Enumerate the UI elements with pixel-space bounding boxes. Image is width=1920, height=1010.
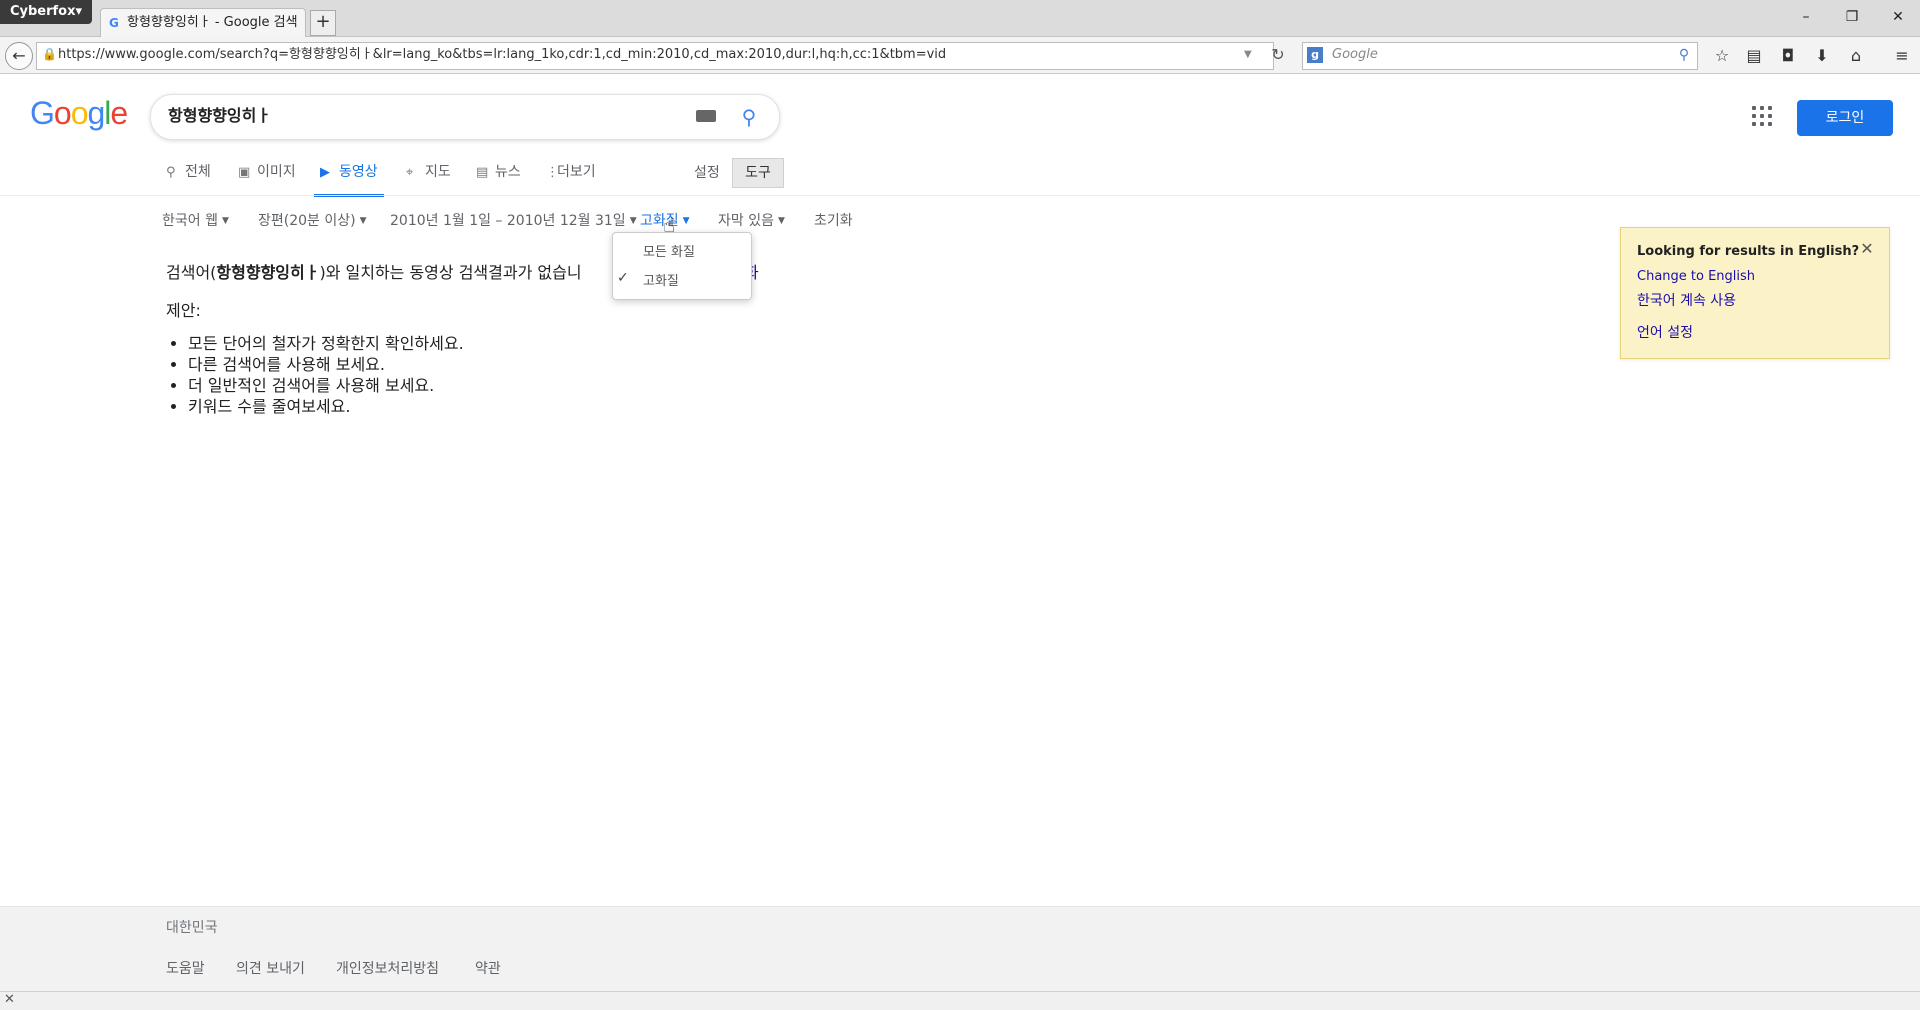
filter-label: 자막 있음 [718,213,774,229]
news-icon: ▤ [476,165,489,180]
logo-letter: g [87,95,105,131]
tab-images[interactable]: ▣ 이미지 [238,162,296,194]
tab-label: 뉴스 [495,164,521,180]
google-favicon-icon: G [109,16,119,30]
quality-dropdown-menu: 모든 화질 고화질 [612,232,752,300]
status-bar [0,991,1920,1010]
caret-down-icon: ▼ [221,216,229,226]
tools-button[interactable]: 도구 [732,158,784,188]
keep-korean-link[interactable]: 한국어 계속 사용 [1637,290,1736,310]
message-query: 항형향향잉히ㅏ [216,263,320,282]
language-settings-link[interactable]: 언어 설정 [1637,322,1693,342]
footer-link-privacy[interactable]: 개인정보처리방침 [336,958,439,978]
menu-item-all-quality[interactable]: 모든 화질 [643,241,695,260]
hand-cursor-icon: ☝ [663,213,676,237]
filter-duration[interactable]: 장편(20분 이상) ▼ [258,210,367,230]
menu-icon[interactable]: ≡ [1888,44,1916,68]
message-text: 검색어( [166,263,217,282]
reset-filters-link[interactable]: 초기화 [814,210,853,230]
footer-link-help[interactable]: 도움말 [166,958,205,978]
tab-all[interactable]: ⚲ 전체 [166,162,211,194]
google-logo[interactable]: Google [30,95,128,132]
suggestion-title: 제안: [166,301,201,320]
filter-label: 2010년 1월 1일 – 2010년 12월 31일 [390,213,626,229]
divider [0,195,1920,196]
search-icon: ⚲ [166,165,176,180]
tab-label: 지도 [425,164,451,180]
image-icon: ▣ [238,165,251,180]
change-to-english-link[interactable]: Change to English [1637,269,1755,284]
download-icon[interactable]: ⬇ [1808,44,1836,68]
caret-down-icon: ▼ [629,216,637,226]
list-item: 키워드 수를 줄여보세요. [188,396,464,417]
tab-google-search[interactable]: G 항형향향잉히ㅏ - Google 검색 [100,8,306,37]
search-icon[interactable]: ⚲ [736,104,762,130]
filter-label: 장편(20분 이상) [258,213,356,229]
video-icon: ▶ [320,165,330,180]
more-icon: ⋮ [546,165,559,180]
footer-country-bar [0,906,1920,948]
back-button[interactable]: ← [5,42,33,70]
filter-date-range[interactable]: 2010년 1월 1일 – 2010년 12월 31일 ▼ [390,210,637,230]
language-question: Looking for results in English? [1637,244,1860,259]
search-go-icon[interactable]: ⚲ [1674,42,1694,68]
search-engine-icon[interactable]: g [1307,47,1323,63]
tab-label: 더보기 [557,164,596,180]
search-input[interactable]: 항형향향잉히ㅏ [168,94,271,138]
tab-title: 항형향향잉히ㅏ - Google 검색 [127,15,297,30]
message-text: )와 일치하는 동영상 검색결과가 없습니 [319,263,582,282]
logo-letter: e [110,95,128,131]
app-menu-label: Cyberfox [9,4,76,19]
close-statusbar-icon[interactable]: ✕ [4,991,15,1009]
map-pin-icon: ⌖ [406,165,414,180]
filter-captions[interactable]: 자막 있음 ▼ [718,210,785,230]
tab-label: 동영상 [339,164,378,180]
close-window-button[interactable]: ✕ [1878,6,1918,28]
tab-news[interactable]: ▤ 뉴스 [476,162,521,194]
list-item: 더 일반적인 검색어를 사용해 보세요. [188,375,464,396]
tab-more[interactable]: ⋮더보기 [546,162,596,194]
url-text[interactable]: https://www.google.com/search?q=항형향향잉히ㅏ&… [58,42,946,68]
star-icon[interactable]: ☆ [1708,44,1736,68]
keyboard-icon[interactable] [696,110,716,122]
menu-item-high-quality[interactable]: 고화질 [643,270,679,289]
tab-label: 전체 [185,164,211,180]
lock-icon: 🔒 [42,47,57,61]
caret-down-icon: ▼ [682,216,690,226]
home-icon[interactable]: ⌂ [1842,44,1870,68]
tab-label: 이미지 [257,164,296,180]
reading-list-icon[interactable]: ▤ [1740,44,1768,68]
no-results-message: 검색어(항형향향잉히ㅏ)와 일치하는 동영상 검색결과가 없습니 [166,259,582,283]
footer-link-feedback[interactable]: 의견 보내기 [236,958,305,978]
close-icon[interactable]: ✕ [1858,240,1876,258]
url-dropdown-icon[interactable]: ▼ [1244,42,1256,68]
browser-search-placeholder[interactable]: Google [1332,42,1378,68]
footer-country: 대한민국 [166,920,218,936]
suggestion-list: 모든 단어의 철자가 정확한지 확인하세요. 다른 검색어를 사용해 보세요. … [166,333,464,417]
footer-link-terms[interactable]: 약관 [475,958,501,978]
logo-letter: G [30,95,55,131]
caret-down-icon: ▼ [359,216,367,226]
restore-button[interactable]: ❐ [1832,6,1872,28]
logo-letter: o [53,95,72,131]
checkmark-icon: ✓ [617,270,629,286]
reload-icon[interactable]: ↻ [1268,42,1288,68]
minimize-button[interactable]: – [1786,6,1826,28]
list-item: 다른 검색어를 사용해 보세요. [188,354,464,375]
apps-grid-icon[interactable] [1752,106,1774,128]
filter-label: 한국어 웹 [162,213,218,229]
pocket-icon[interactable]: ◘ [1774,44,1802,68]
list-item: 모든 단어의 철자가 정확한지 확인하세요. [188,333,464,354]
signin-button[interactable]: 로그인 [1797,100,1893,136]
logo-letter: o [70,95,89,131]
filter-language[interactable]: 한국어 웹 ▼ [162,210,229,230]
app-menu-button[interactable]: Cyberfox▾ [0,0,92,24]
tab-maps[interactable]: ⌖ 지도 [406,162,451,194]
caret-down-icon: ▼ [777,216,785,226]
new-tab-button[interactable]: + [310,10,336,36]
tab-videos[interactable]: ▶ 동영상 [314,162,384,197]
settings-link[interactable]: 설정 [694,162,720,182]
